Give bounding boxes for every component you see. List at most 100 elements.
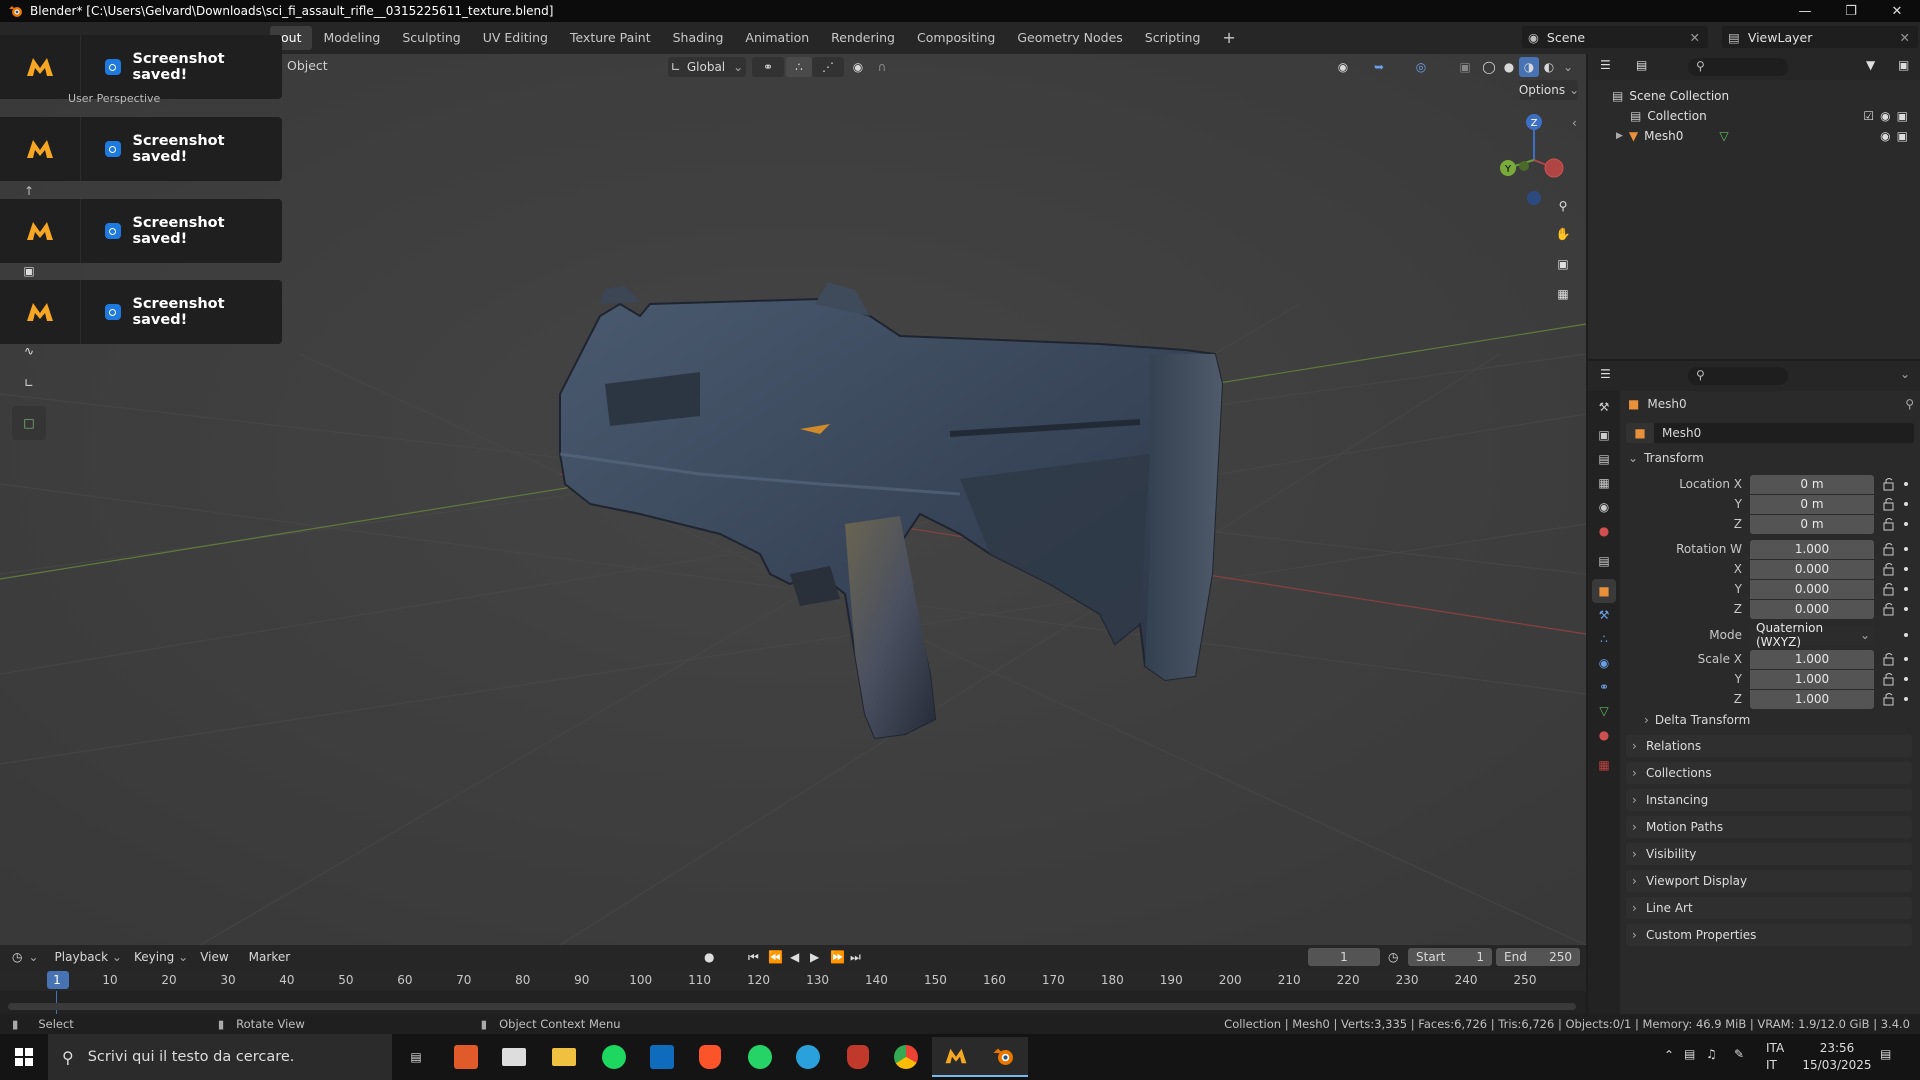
falloff-icon[interactable]: ∩ (868, 57, 896, 77)
gizmo-icon[interactable]: ➥ (1362, 57, 1396, 77)
eye-icon[interactable]: ◉ (1880, 129, 1890, 143)
keyframe-dot-icon[interactable] (1904, 567, 1908, 571)
3d-viewport[interactable]: Object ∟ Global ⌄ ⚭ ∴ ⋰ ◉ ∩ ◉ ➥ ◎ ▣ ◯ ● ◑ … (0, 54, 1586, 945)
add-workspace-button[interactable]: + (1211, 26, 1246, 50)
add-cube-tool-icon[interactable]: □ (12, 406, 46, 440)
overlay-icon[interactable]: ◎ (1404, 57, 1438, 77)
rendered-shading-icon[interactable]: ◐ (1540, 57, 1558, 77)
tool-tab-icon[interactable]: ⚒ (1592, 395, 1616, 419)
toast-notification[interactable]: Screenshot saved! (0, 280, 282, 344)
keyframe-dot-icon[interactable] (1904, 502, 1908, 506)
toast-notification[interactable]: Screenshot saved! (0, 199, 282, 263)
tab-compositing[interactable]: Compositing (906, 26, 1006, 50)
toast-notification[interactable]: Screenshot saved! (0, 117, 282, 181)
clock-icon[interactable]: ◷ (1388, 950, 1398, 964)
lock-icon[interactable] (1882, 652, 1898, 666)
keyframe-dot-icon[interactable] (1904, 547, 1908, 551)
keying-menu[interactable]: Keying ⌄ (134, 950, 188, 964)
particles-tab-icon[interactable]: ∴ (1592, 627, 1616, 651)
keyframe-dot-icon[interactable] (1904, 587, 1908, 591)
modifier-tab-icon[interactable]: ⚒ (1592, 603, 1616, 627)
object-name-field[interactable]: Mesh0 (1654, 423, 1914, 443)
scene-selector[interactable]: ◉ Scene ✕ (1522, 26, 1708, 48)
lock-icon[interactable] (1882, 477, 1898, 491)
panel-custom-properties[interactable]: › Custom Properties (1626, 924, 1912, 946)
close-icon[interactable]: ✕ (1690, 30, 1700, 45)
rotation-z-field[interactable]: 0.000 (1750, 599, 1874, 619)
sidebar-toggle-icon[interactable]: ‹ (1572, 116, 1577, 130)
measure-tool-icon[interactable]: ∟ (12, 366, 46, 400)
panel-relations[interactable]: › Relations (1626, 735, 1912, 757)
keyframe-dot-icon[interactable] (1904, 607, 1908, 611)
taskbar-search-input[interactable]: ⚲ Scrivi qui il testo da cercare. (48, 1034, 392, 1080)
volume-icon[interactable]: ♫ (1706, 1047, 1717, 1061)
properties-search-input[interactable]: ⚲ (1688, 367, 1788, 385)
outlook-icon[interactable] (638, 1037, 686, 1077)
location-x-field[interactable]: 0 m (1750, 474, 1874, 494)
current-frame-field[interactable]: 1 (1308, 948, 1380, 966)
tab-sculpting[interactable]: Sculpting (391, 26, 471, 50)
object-menu[interactable]: Object (287, 58, 328, 73)
scale-x-field[interactable]: 1.000 (1750, 649, 1874, 669)
chevron-down-icon[interactable]: ⌄ (28, 950, 38, 964)
chevron-down-icon[interactable]: ⌄ (1900, 367, 1910, 381)
lock-icon[interactable] (1882, 602, 1898, 616)
pin-icon[interactable]: ⚲ (1905, 397, 1914, 411)
camera-view-icon[interactable]: ▣ (1549, 250, 1577, 278)
next-keyframe-icon[interactable]: ⏩ (830, 950, 845, 964)
panel-motion-paths[interactable]: › Motion Paths (1626, 816, 1912, 838)
tab-animation[interactable]: Animation (734, 26, 820, 50)
ortho-grid-icon[interactable]: ▦ (1549, 280, 1577, 308)
lock-icon[interactable] (1882, 497, 1898, 511)
panel-collections[interactable]: › Collections (1626, 762, 1912, 784)
blender-taskbar-icon[interactable] (980, 1037, 1028, 1077)
playback-menu[interactable]: Playback ⌄ (55, 950, 122, 964)
scale-z-field[interactable]: 1.000 (1750, 689, 1874, 709)
tab-rendering[interactable]: Rendering (820, 26, 906, 50)
telegram-icon[interactable] (784, 1037, 832, 1077)
toolbar-collapse-icon[interactable]: ↑ (12, 184, 46, 198)
viewport-canvas[interactable] (0, 54, 1586, 945)
play-reverse-icon[interactable]: ◀ (790, 950, 799, 964)
material-preview-shading-icon[interactable]: ◑ (1519, 57, 1539, 77)
editor-type-icon[interactable]: ☰ (1600, 367, 1611, 381)
camera-icon[interactable]: ▣ (1897, 109, 1908, 123)
orientation-dropdown[interactable]: ∟ Global ⌄ (668, 57, 746, 77)
proportional-edit-icon[interactable]: ◉ (848, 57, 868, 77)
collection-tab-icon[interactable]: ▤ (1592, 549, 1616, 573)
physics-tab-icon[interactable]: ◉ (1592, 651, 1616, 675)
transform-panel-header[interactable]: ⌄ Transform (1628, 451, 1704, 465)
close-button[interactable]: ✕ (1874, 0, 1920, 22)
brave-icon[interactable] (686, 1037, 734, 1077)
wireframe-shading-icon[interactable]: ◯ (1480, 57, 1498, 77)
keyframe-dot-icon[interactable] (1904, 677, 1908, 681)
editor-type-icon[interactable]: ◷ (12, 950, 22, 964)
toast-notification[interactable]: Screenshot saved! (0, 35, 282, 99)
restore-button[interactable]: ❐ (1828, 0, 1874, 22)
keyframe-dot-icon[interactable] (1904, 482, 1908, 486)
tab-scripting[interactable]: Scripting (1134, 26, 1212, 50)
tab-texture-paint[interactable]: Texture Paint (559, 26, 662, 50)
scene-tab-icon[interactable]: ◉ (1592, 495, 1616, 519)
play-icon[interactable]: ▶ (810, 950, 819, 964)
object-browse-icon[interactable]: ■ (1626, 423, 1654, 443)
rotation-x-field[interactable]: 0.000 (1750, 559, 1874, 579)
outliner-item-collection[interactable]: ▤ Collection ☑ ◉ ▣ (1588, 106, 1920, 126)
zoom-icon[interactable]: ⚲ (1549, 192, 1577, 220)
lock-icon[interactable] (1882, 517, 1898, 531)
lock-icon[interactable] (1882, 692, 1898, 706)
minimize-button[interactable]: — (1782, 0, 1828, 22)
folder-icon[interactable] (540, 1037, 588, 1077)
file-explorer-icon[interactable] (490, 1037, 538, 1077)
chrome-icon[interactable] (882, 1037, 930, 1077)
panel-line-art[interactable]: › Line Art (1626, 897, 1912, 919)
timeline-track-area[interactable] (0, 991, 1586, 1014)
location-y-field[interactable]: 0 m (1750, 494, 1874, 514)
notifications-icon[interactable]: ▤ (1880, 1047, 1891, 1061)
keyframe-dot-icon[interactable] (1904, 697, 1908, 701)
rotation-w-field[interactable]: 1.000 (1750, 539, 1874, 559)
outliner-item-mesh0[interactable]: ▶ ▼ Mesh0 ▽ ◉ ▣ (1588, 126, 1920, 146)
world-tab-icon[interactable]: ● (1592, 519, 1616, 543)
tab-shading[interactable]: Shading (662, 26, 735, 50)
display-mode-icon[interactable]: ▤ (1636, 58, 1647, 72)
